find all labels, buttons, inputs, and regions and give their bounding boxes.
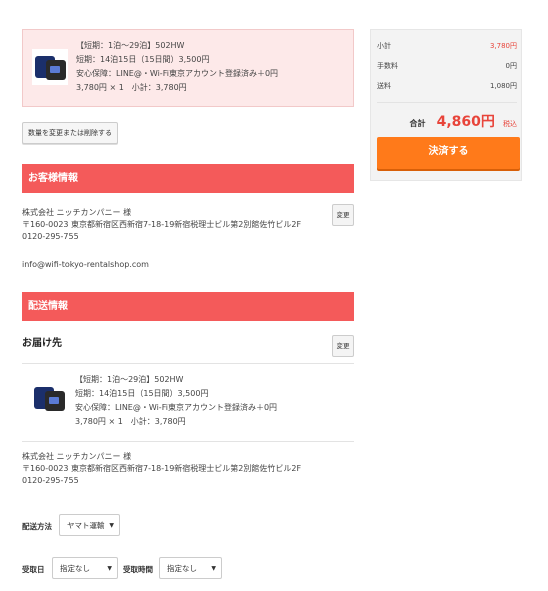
shipping-info-heading: 配送情報 [22,292,354,321]
total-row: 合計 4,860円 税込 [410,111,517,131]
shipping-item-line: 短期：14泊15日（15日間）3,500円 [75,389,209,398]
receive-time-select[interactable]: 指定なし ▼ [159,557,222,579]
recipient-phone: 0120-295-755 [22,476,79,485]
change-quantity-button[interactable]: 数量を変更または削除する [22,122,118,144]
edit-shipping-button[interactable]: 変更 [332,335,354,357]
order-summary-panel: 小計 3,780円 手数料 0円 送料 1,080円 合計 4,860円 税込 … [370,29,522,181]
total-label: 合計 [409,119,426,128]
subtotal-value: 3,780円 [489,42,517,50]
cart-item-details: 【短期：1泊〜29泊】502HW 短期：14泊15日（15日間）3,500円 安… [76,39,278,95]
cart-item-line: 3,780円 × 1 小計：3,780円 [76,83,187,92]
customer-address-line: 〒160-0023 東京都新宿区西新宿7-18-19新宿税理士ビル第2別館佐竹ビ… [22,220,302,229]
destination-title: お届け先 [22,338,62,349]
customer-info-heading: お客様情報 [22,164,354,193]
divider [22,363,354,364]
shipping-fee-row: 送料 1,080円 [377,81,517,91]
pocket-wifi-router-icon [32,49,68,85]
receive-time-label: 受取時間 [123,565,153,574]
customer-name: 株式会社 ニッチカンパニー 様 [22,208,132,217]
shipping-item-line: 3,780円 × 1 小計：3,780円 [75,417,186,426]
main-content: 【短期：1泊〜29泊】502HW 短期：14泊15日（15日間）3,500円 安… [22,29,354,579]
customer-email: info@wifi-tokyo-rentalshop.com [22,260,149,269]
total-value: 4,860円 [436,114,495,130]
receive-date-select[interactable]: 指定なし ▼ [52,557,118,579]
shipping-item: 【短期：1泊〜29泊】502HW 短期：14泊15日（15日間）3,500円 安… [22,369,354,434]
shipping-fee-value: 1,080円 [489,82,517,90]
subtotal-label: 小計 [377,42,391,50]
pocket-wifi-router-icon [31,380,67,416]
customer-address: 株式会社 ニッチカンパニー 様 〒160-0023 東京都新宿区西新宿7-18-… [22,207,322,243]
fee-row: 手数料 0円 [377,61,517,71]
receive-date-label: 受取日 [22,565,45,574]
recipient-address-line: 〒160-0023 東京都新宿区西新宿7-18-19新宿税理士ビル第2別館佐竹ビ… [22,464,302,473]
checkout-button[interactable]: 決済する [377,137,520,169]
dropdown-arrow-icon: ▼ [109,522,114,529]
subtotal-row: 小計 3,780円 [377,41,517,51]
cart-item-line: 【短期：1泊〜29泊】502HW [76,41,185,50]
cart-item-line: 安心保障：LINE@・Wi-Fi東京アカウント登録済み＋0円 [76,69,279,78]
delivery-method-value: ヤマト運輸 [67,521,105,530]
divider [22,441,354,442]
shipping-address: 株式会社 ニッチカンパニー 様 〒160-0023 東京都新宿区西新宿7-18-… [22,451,322,487]
shipping-item-details: 【短期：1泊〜29泊】502HW 短期：14泊15日（15日間）3,500円 安… [75,373,277,429]
edit-customer-button[interactable]: 変更 [332,204,354,226]
shipping-item-line: 【短期：1泊〜29泊】502HW [75,375,184,384]
recipient-name: 株式会社 ニッチカンパニー 様 [22,452,132,461]
cart-item-line: 短期：14泊15日（15日間）3,500円 [76,55,210,64]
fee-value: 0円 [505,62,517,70]
delivery-method-select[interactable]: ヤマト運輸 ▼ [59,514,120,536]
shipping-fee-label: 送料 [377,82,391,90]
delivery-method-label: 配送方法 [22,522,52,531]
tax-label: 税込 [503,120,517,128]
customer-phone: 0120-295-755 [22,232,79,241]
dropdown-arrow-icon: ▼ [107,565,112,572]
cart-item-box: 【短期：1泊〜29泊】502HW 短期：14泊15日（15日間）3,500円 安… [22,29,354,107]
dropdown-arrow-icon: ▼ [211,565,216,572]
fee-label: 手数料 [377,62,398,70]
divider [377,102,517,103]
shipping-item-line: 安心保障：LINE@・Wi-Fi東京アカウント登録済み＋0円 [75,403,278,412]
receive-time-value: 指定なし [167,564,197,573]
receive-date-value: 指定なし [60,564,90,573]
